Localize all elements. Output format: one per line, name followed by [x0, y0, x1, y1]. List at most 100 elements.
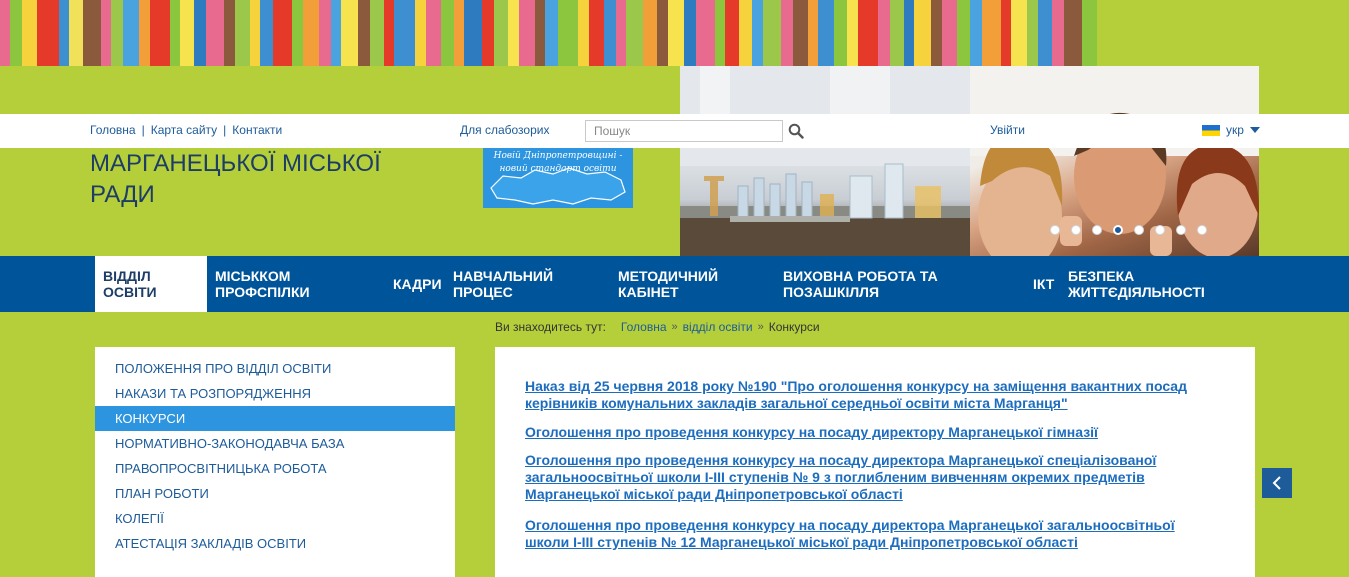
- decorative-stripes-banner: [0, 0, 1349, 66]
- decorative-stripe: [657, 0, 668, 66]
- decorative-stripe: [858, 0, 878, 66]
- breadcrumb-education-department[interactable]: відділ освіти: [683, 320, 753, 334]
- decorative-stripe: [292, 0, 303, 66]
- nav-label-line2: ПРОФСПІЛКИ: [215, 284, 310, 300]
- sidebar-item-legal-base[interactable]: НОРМАТИВНО-ЗАКОНОДАВЧА БАЗА: [95, 431, 455, 456]
- breadcrumb-separator-icon: »: [757, 321, 764, 333]
- previous-button[interactable]: [1262, 468, 1292, 498]
- decorative-stripe: [235, 0, 250, 66]
- nav-label-line1: КАДРИ: [393, 276, 442, 292]
- nav-label-line2: ПРОЦЕС: [453, 284, 513, 300]
- decorative-stripe: [931, 0, 942, 66]
- decorative-stripe: [1011, 0, 1027, 66]
- decorative-stripe: [890, 0, 904, 66]
- new-standard-banner[interactable]: Новій Дніпропетровщині - новий стандарт …: [483, 148, 633, 208]
- nav-item-educational-process[interactable]: НАВЧАЛЬНИЙ ПРОЦЕС: [445, 256, 610, 312]
- document-link-line: Оголошення про проведення конкурсу на по…: [525, 452, 1157, 468]
- decorative-stripe: [139, 0, 150, 66]
- top-link-contacts[interactable]: Контакти: [232, 123, 282, 137]
- nav-item-upbringing[interactable]: ВИХОВНА РОБОТА ТА ПОЗАШКІЛЛЯ: [775, 256, 1025, 312]
- decorative-stripe: [384, 0, 394, 66]
- decorative-stripe: [970, 0, 982, 66]
- decorative-stripe: [1064, 0, 1082, 66]
- language-label: укр: [1226, 123, 1244, 137]
- top-link-home[interactable]: Головна: [90, 123, 136, 137]
- breadcrumb-label: Ви знаходитесь тут:: [495, 320, 606, 334]
- decorative-stripe: [942, 0, 957, 66]
- decorative-stripe: [260, 0, 273, 66]
- slider-dot[interactable]: [1155, 225, 1165, 235]
- decorative-stripe: [482, 0, 494, 66]
- decorative-stripe: [180, 0, 194, 66]
- login-link[interactable]: Увійти: [990, 123, 1025, 137]
- decorative-stripe: [59, 0, 69, 66]
- breadcrumb-separator-icon: »: [671, 321, 678, 333]
- decorative-stripe: [643, 0, 657, 66]
- decorative-stripe: [739, 0, 752, 66]
- nav-item-life-safety[interactable]: БЕЗПЕКА ЖИТТЄДІЯЛЬНОСТІ: [1060, 256, 1260, 312]
- breadcrumb-home[interactable]: Головна: [621, 320, 667, 334]
- nav-label-line1: ВІДДІЛ: [103, 268, 151, 284]
- sidebar-item-orders[interactable]: НАКАЗИ ТА РОЗПОРЯДЖЕННЯ: [95, 381, 455, 406]
- decorative-stripe: [808, 0, 818, 66]
- document-link-line: загальноосвітньої школи І-ІІІ ступенів №…: [525, 469, 1145, 485]
- decorative-stripe: [37, 0, 59, 66]
- decorative-stripe: [341, 0, 358, 66]
- breadcrumb-current: Конкурси: [768, 320, 820, 334]
- top-links: Головна | Карта сайту | Контакти: [90, 123, 282, 137]
- slider-dot[interactable]: [1197, 225, 1207, 235]
- document-link-gymnasium[interactable]: Оголошення про проведення конкурсу на по…: [525, 424, 1235, 441]
- nav-label-line1: МІСЬККОМ: [215, 268, 291, 284]
- top-utility-bar: Головна | Карта сайту | Контакти Для сла…: [0, 114, 1349, 148]
- decorative-stripe: [847, 0, 858, 66]
- nav-item-methodical-office[interactable]: МЕТОДИЧНИЙ КАБІНЕТ: [610, 256, 775, 312]
- decorative-stripe: [111, 0, 123, 66]
- low-vision-link[interactable]: Для слабозорих: [460, 123, 549, 137]
- decorative-stripe: [170, 0, 180, 66]
- sidebar-item-certification[interactable]: АТЕСТАЦІЯ ЗАКЛАДІВ ОСВІТИ: [95, 531, 455, 556]
- nav-label-line2: ПОЗАШКІЛЛЯ: [783, 284, 880, 300]
- slider-dot[interactable]: [1176, 225, 1186, 235]
- decorative-stripe: [415, 0, 426, 66]
- decorative-stripe: [1038, 0, 1052, 66]
- language-selector[interactable]: укр: [1202, 123, 1260, 137]
- nav-item-staff[interactable]: КАДРИ: [385, 256, 445, 312]
- sidebar-item-regulations[interactable]: ПОЛОЖЕННЯ ПРО ВІДДІЛ ОСВІТИ: [95, 356, 455, 381]
- slider-dot[interactable]: [1113, 225, 1123, 235]
- decorative-stripe: [1001, 0, 1011, 66]
- document-link-order-190[interactable]: Наказ від 25 червня 2018 року №190 "Про …: [525, 378, 1235, 412]
- decorative-stripe: [715, 0, 725, 66]
- document-link-line: Оголошення про проведення конкурсу на по…: [525, 517, 1175, 533]
- nav-label-line1: ІКТ: [1033, 276, 1055, 292]
- nav-label-line1: НАВЧАЛЬНИЙ: [453, 268, 554, 284]
- nav-item-ict[interactable]: ІКТ: [1025, 256, 1060, 312]
- sidebar-item-boards[interactable]: КОЛЕГІЇ: [95, 506, 455, 531]
- decorative-stripe: [0, 0, 10, 66]
- site-title-line2: РАДИ: [90, 181, 155, 208]
- nav-label-line1: МЕТОДИЧНИЙ: [618, 268, 719, 284]
- document-link-school-12[interactable]: Оголошення про проведення конкурсу на по…: [525, 517, 1235, 551]
- decorative-stripe: [558, 0, 578, 66]
- decorative-stripe: [626, 0, 643, 66]
- sidebar-item-legal-education[interactable]: ПРАВОПРОСВІТНИЦЬКА РОБОТА: [95, 456, 455, 481]
- slider-dot[interactable]: [1050, 225, 1060, 235]
- decorative-stripe: [319, 0, 331, 66]
- decorative-stripe: [535, 0, 545, 66]
- slider-dot[interactable]: [1092, 225, 1102, 235]
- decorative-stripe: [763, 0, 781, 66]
- decorative-stripe: [793, 0, 808, 66]
- nav-item-trade-union[interactable]: МІСЬККОМ ПРОФСПІЛКИ: [207, 256, 377, 312]
- decorative-stripe: [464, 0, 482, 66]
- sidebar-item-contests[interactable]: КОНКУРСИ: [95, 406, 455, 431]
- document-link-school-9[interactable]: Оголошення про проведення конкурсу на по…: [525, 452, 1235, 503]
- decorative-stripe: [668, 0, 684, 66]
- top-link-sitemap[interactable]: Карта сайту: [151, 123, 217, 137]
- sidebar-item-work-plan[interactable]: ПЛАН РОБОТИ: [95, 481, 455, 506]
- search-icon[interactable]: [788, 123, 804, 139]
- decorative-stripe: [441, 0, 454, 66]
- content-panel: Наказ від 25 червня 2018 року №190 "Про …: [495, 347, 1255, 577]
- slider-dot[interactable]: [1071, 225, 1081, 235]
- search-input[interactable]: [585, 120, 783, 142]
- nav-item-education-department[interactable]: ВІДДІЛ ОСВІТИ: [95, 256, 207, 312]
- slider-dot[interactable]: [1134, 225, 1144, 235]
